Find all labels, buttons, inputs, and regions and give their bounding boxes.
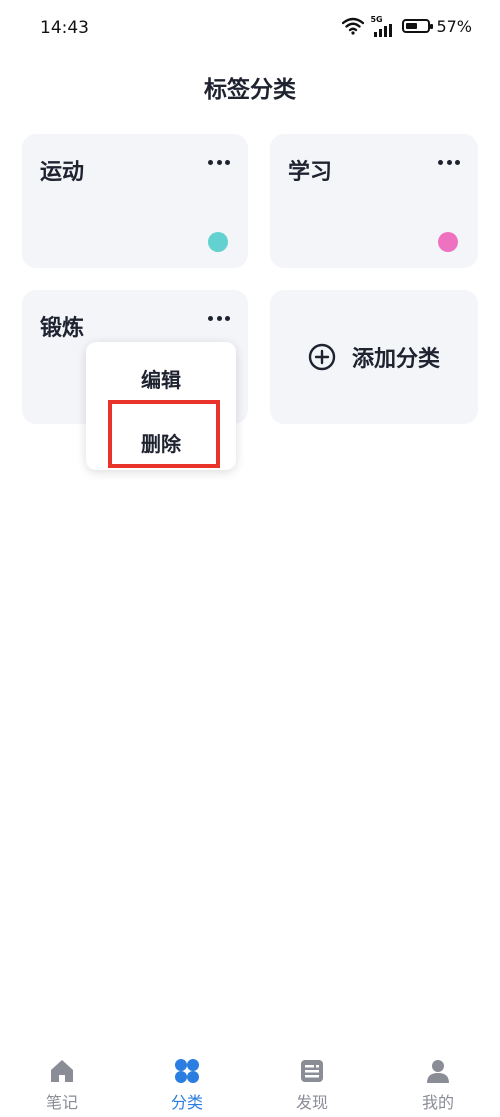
profile-icon	[427, 1060, 449, 1083]
more-icon[interactable]	[438, 160, 460, 166]
edit-menu-item[interactable]: 编辑	[86, 364, 236, 393]
add-category-label: 添加分类	[351, 347, 440, 372]
status-time: 14:43	[40, 18, 89, 38]
home-icon	[51, 1060, 73, 1082]
status-indicators: 5G 57%	[342, 15, 472, 37]
status-bar: 14:43 5G 57%	[0, 0, 500, 58]
battery-icon	[402, 19, 434, 33]
tab-notes[interactable]: 笔记	[22, 1057, 102, 1113]
tab-discover[interactable]: 发现	[272, 1057, 352, 1113]
add-category-button[interactable]: 添加分类	[270, 290, 478, 424]
wifi-icon	[342, 17, 365, 35]
highlight-box	[108, 400, 220, 468]
tab-label: 我的	[421, 1093, 454, 1112]
tab-profile[interactable]: 我的	[398, 1057, 478, 1113]
news-icon	[301, 1060, 323, 1082]
category-card-sports[interactable]: 运动	[22, 134, 248, 268]
category-icon	[175, 1059, 199, 1083]
tab-label: 笔记	[45, 1093, 78, 1112]
more-icon[interactable]	[208, 160, 230, 166]
category-name: 学习	[288, 160, 333, 185]
category-name: 锻炼	[40, 316, 85, 341]
tab-categories[interactable]: 分类	[147, 1057, 227, 1113]
battery-percent: 57%	[436, 16, 472, 36]
page-title: 标签分类	[204, 77, 296, 103]
category-name: 运动	[40, 160, 85, 185]
network-type: 5G	[370, 15, 383, 24]
tab-label: 发现	[295, 1093, 328, 1112]
cellular-signal-icon: 5G	[370, 15, 396, 37]
plus-circle-icon	[308, 343, 336, 371]
tab-label: 分类	[170, 1093, 203, 1112]
category-color-dot	[438, 232, 458, 252]
category-card-study[interactable]: 学习	[270, 134, 478, 268]
category-color-dot	[208, 232, 228, 252]
more-icon[interactable]	[208, 316, 230, 322]
tab-bar: 笔记 分类 发现 我的	[0, 1045, 500, 1117]
